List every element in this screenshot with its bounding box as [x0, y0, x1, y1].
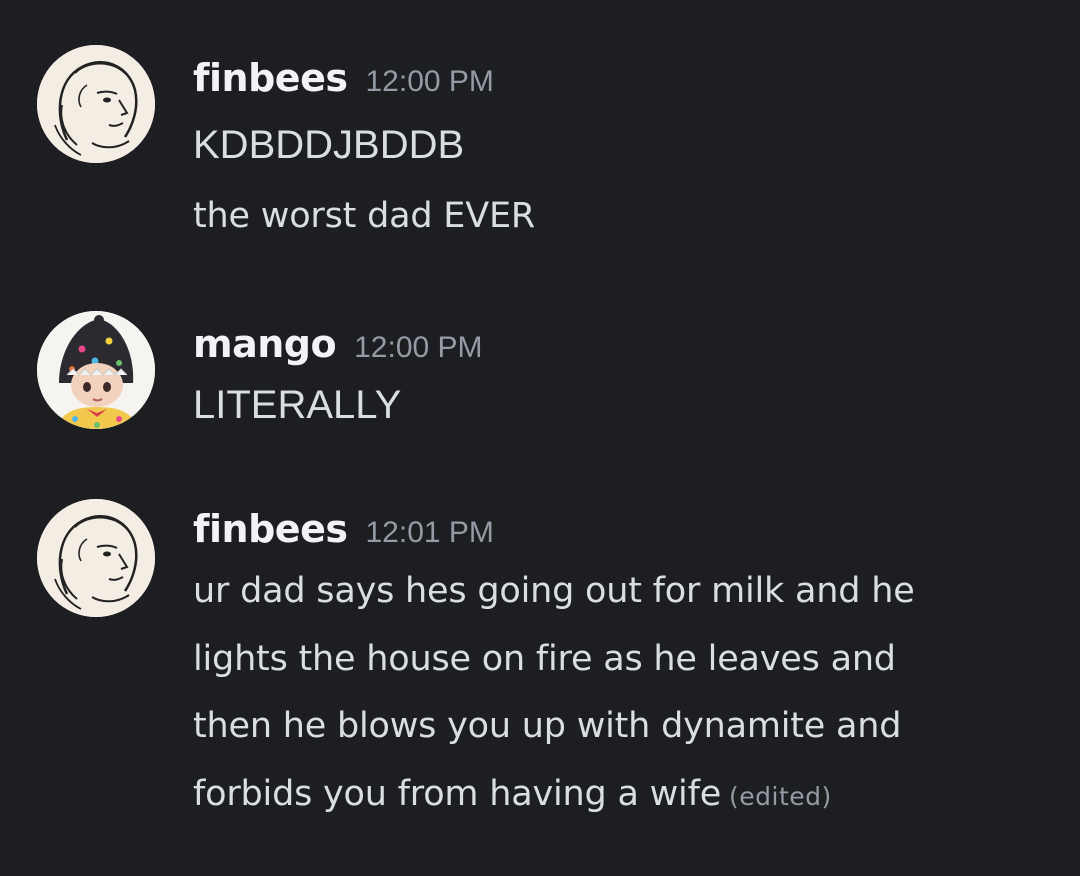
user-avatar[interactable] — [37, 311, 155, 429]
message-text: then he blows you up with dynamite and — [193, 706, 902, 746]
sketch-girl-avatar-icon — [37, 45, 155, 163]
username[interactable]: mango — [193, 322, 337, 366]
message-header: finbees 12:00 PM — [193, 56, 494, 100]
user-avatar[interactable] — [37, 499, 155, 617]
message-text: forbids you from having a wife (edited) — [193, 774, 832, 814]
message-text: LITERALLY — [193, 383, 402, 427]
message-text: the worst dad EVER — [193, 196, 535, 236]
message-header: mango 12:00 PM — [193, 322, 483, 366]
timestamp: 12:00 PM — [365, 65, 494, 98]
message-header: finbees 12:01 PM — [193, 507, 494, 551]
message-group: finbees 12:01 PM ur dad says hes going ou… — [0, 480, 1080, 876]
message-group: finbees 12:00 PM KDBDDJBDDB the worst dad… — [0, 0, 1080, 290]
jester-doll-avatar-icon — [37, 311, 155, 429]
sketch-girl-avatar-icon — [37, 499, 155, 617]
username[interactable]: finbees — [193, 507, 348, 551]
timestamp: 12:00 PM — [354, 331, 483, 364]
user-avatar[interactable] — [37, 45, 155, 163]
message-text: KDBDDJBDDB — [193, 123, 465, 167]
message-text: lights the house on fire as he leaves an… — [193, 639, 896, 679]
username[interactable]: finbees — [193, 56, 348, 100]
message-text: ur dad says hes going out for milk and h… — [193, 571, 915, 611]
edited-label: (edited) — [729, 782, 832, 811]
timestamp: 12:01 PM — [365, 516, 494, 549]
message-group: mango 12:00 PM LITERALLY — [0, 290, 1080, 480]
message-text-segment: forbids you from having a wife — [193, 774, 722, 814]
